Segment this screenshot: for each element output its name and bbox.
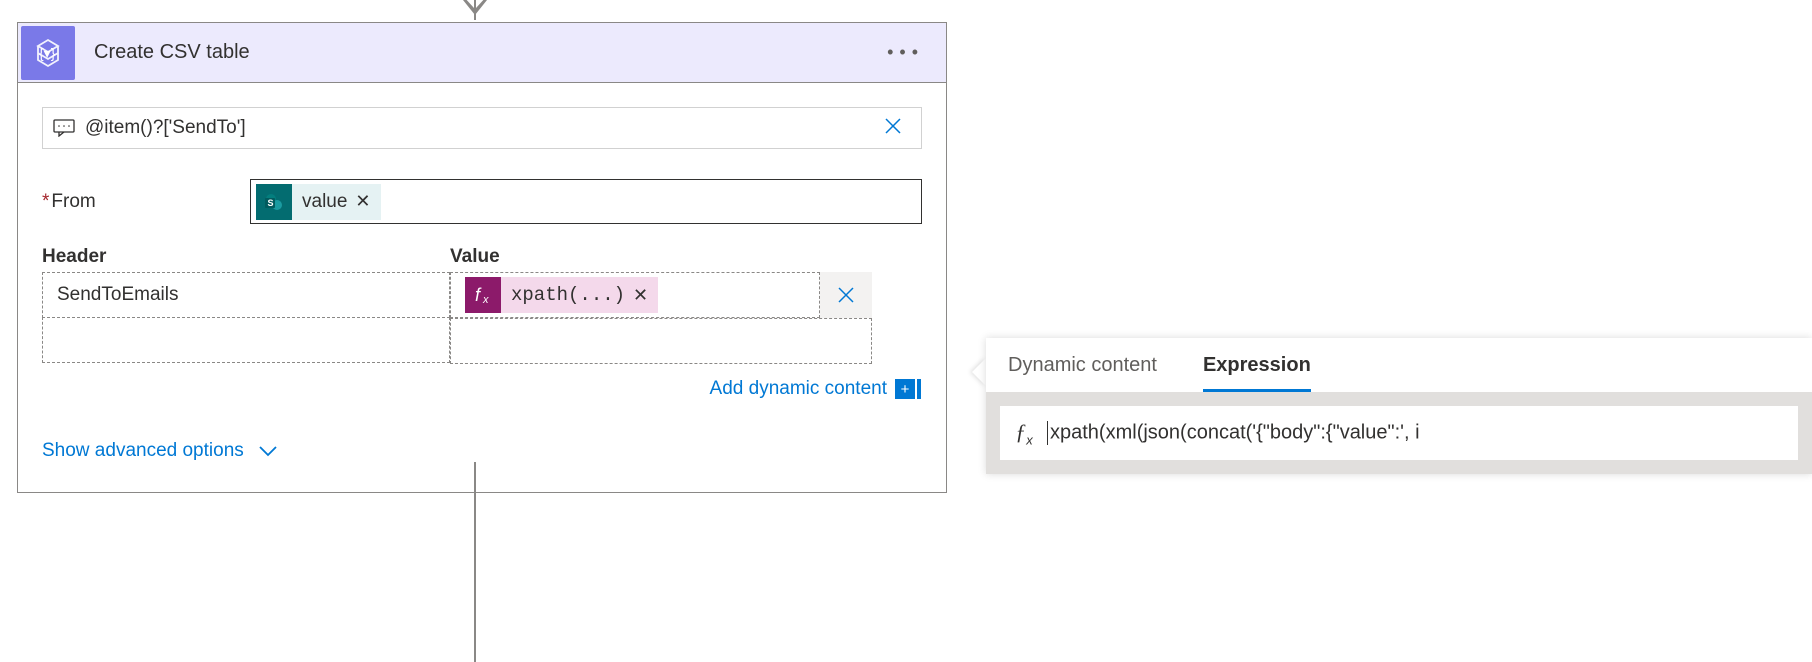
svg-text:x: x (482, 294, 489, 306)
fx-icon: ƒx (1001, 419, 1047, 447)
tab-dynamic-content[interactable]: Dynamic content (1008, 354, 1157, 392)
card-title: Create CSV table (78, 41, 865, 64)
data-operations-icon: {▾} (21, 26, 75, 80)
popup-tabs: Dynamic content Expression (986, 338, 1812, 392)
svg-text:S: S (268, 198, 274, 208)
close-icon (883, 116, 903, 136)
chip-remove-button[interactable]: ✕ (633, 285, 648, 306)
from-label-text: From (51, 191, 95, 212)
card-header[interactable]: {▾} Create CSV table ••• (18, 23, 946, 83)
add-dynamic-label: Add dynamic content (710, 378, 887, 400)
svg-text:{▾}: {▾} (39, 45, 56, 61)
header-column-title: Header (42, 246, 450, 268)
plus-icon: + (895, 379, 915, 399)
value-column-title: Value (450, 246, 872, 268)
close-icon (836, 285, 856, 305)
columns-table: Header SendToEmails Value fx xpath(...) … (42, 246, 922, 364)
fx-icon: fx (465, 277, 501, 313)
chevron-down-icon (258, 445, 278, 457)
expression-chip-label: xpath(...) (511, 284, 625, 306)
expression-editor-wrapper: ƒx xpath(xml(json(concat('{"body":{"valu… (986, 392, 1812, 474)
add-dynamic-content-link[interactable]: Add dynamic content + (42, 378, 921, 400)
value-cell-input[interactable] (450, 318, 872, 364)
flow-connector-bottom (474, 462, 476, 662)
header-column: Header SendToEmails (42, 246, 450, 364)
dynamic-content-popup: Dynamic content Expression ƒx xpath(xml(… (986, 338, 1812, 474)
sharepoint-icon: S (256, 184, 292, 220)
card-menu-button[interactable]: ••• (865, 42, 946, 63)
condition-display[interactable]: @item()?['SendTo'] (42, 107, 922, 149)
add-divider-icon (917, 379, 921, 399)
expression-code: xpath(xml(json(concat('{"body":{"value":… (1047, 421, 1797, 445)
show-advanced-label: Show advanced options (42, 440, 244, 462)
action-card-create-csv: {▾} Create CSV table ••• @item()?['SendT… (17, 22, 947, 493)
value-token-chip[interactable]: S value ✕ (256, 184, 381, 220)
value-cell-input[interactable]: fx xpath(...) ✕ (450, 272, 820, 318)
expression-token-chip[interactable]: fx xpath(...) ✕ (465, 277, 658, 313)
show-advanced-link[interactable]: Show advanced options (42, 440, 278, 462)
from-input[interactable]: S value ✕ (250, 179, 922, 224)
from-label: *From (42, 191, 250, 213)
chip-remove-button[interactable]: ✕ (355, 191, 370, 212)
condition-close-button[interactable] (865, 116, 921, 141)
comment-icon (49, 113, 79, 143)
expression-input[interactable]: ƒx xpath(xml(json(concat('{"body":{"valu… (1000, 406, 1798, 460)
chip-label: value (302, 191, 347, 213)
svg-text:f: f (475, 285, 482, 305)
value-column: Value fx xpath(...) ✕ (450, 246, 872, 364)
header-cell-input[interactable]: SendToEmails (42, 272, 450, 318)
popup-caret-icon (972, 358, 986, 386)
condition-expression-text: @item()?['SendTo'] (79, 117, 865, 139)
from-field-row: *From S value ✕ (42, 179, 922, 224)
header-cell-text: SendToEmails (57, 284, 178, 306)
tab-expression[interactable]: Expression (1203, 354, 1311, 392)
header-cell-input[interactable] (42, 317, 450, 363)
row-remove-button[interactable] (820, 272, 872, 318)
card-body: @item()?['SendTo'] *From S value ✕ Heade… (18, 83, 946, 492)
